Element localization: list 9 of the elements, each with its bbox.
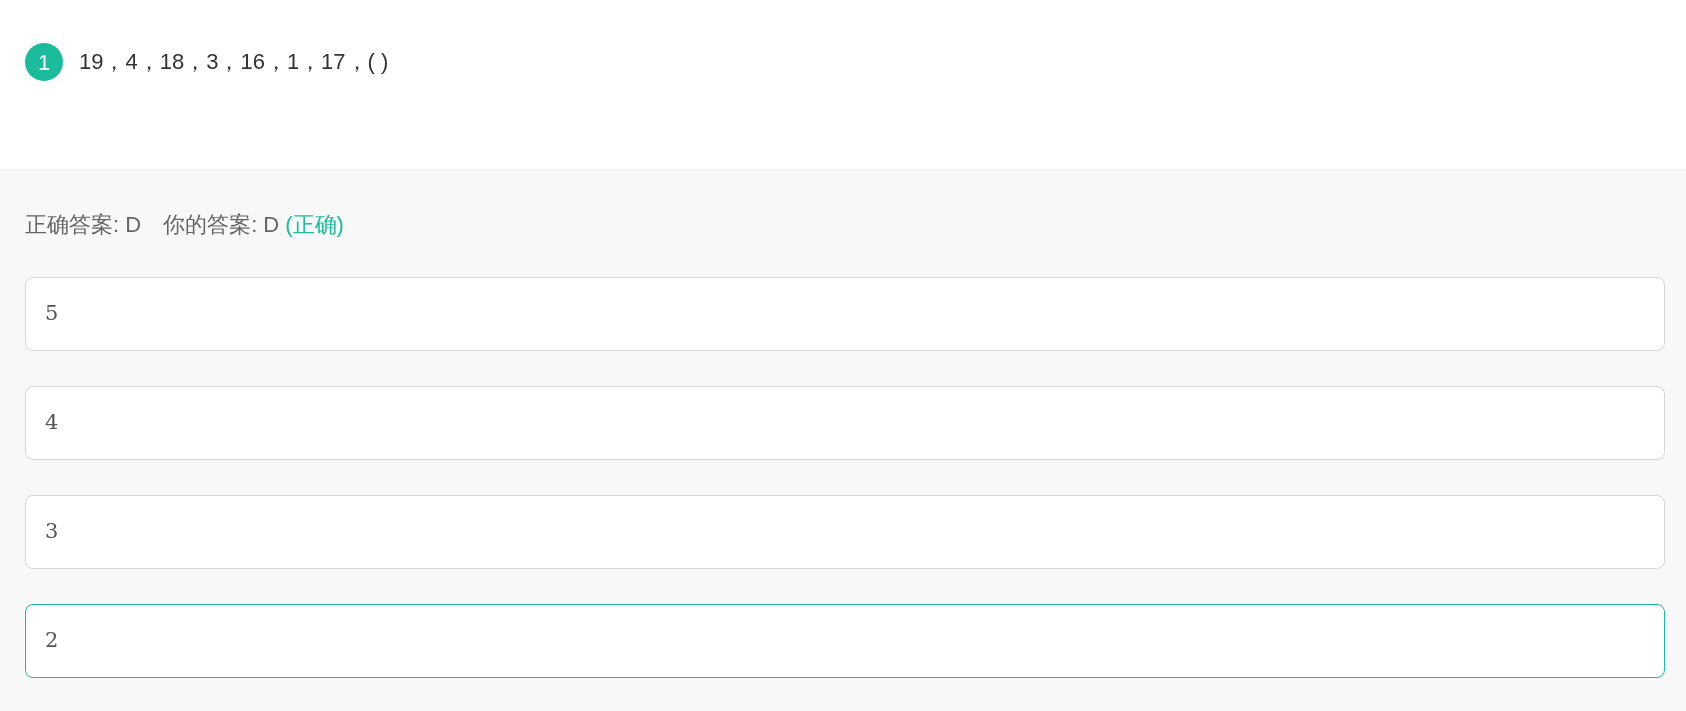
answer-option[interactable]: 5 <box>25 277 1665 351</box>
answer-option[interactable]: 3 <box>25 495 1665 569</box>
question-number-badge: 1 <box>25 43 63 81</box>
answer-option[interactable]: 4 <box>25 386 1665 460</box>
question-text: 19，4，18，3，16，1，17，( ) <box>79 48 389 76</box>
correct-answer-text: 正确答案: D <box>25 211 142 239</box>
verdict-text: (正确) <box>285 211 344 239</box>
answer-option[interactable]: 2 <box>25 604 1665 678</box>
your-answer-text: 你的答案: D <box>163 211 280 239</box>
